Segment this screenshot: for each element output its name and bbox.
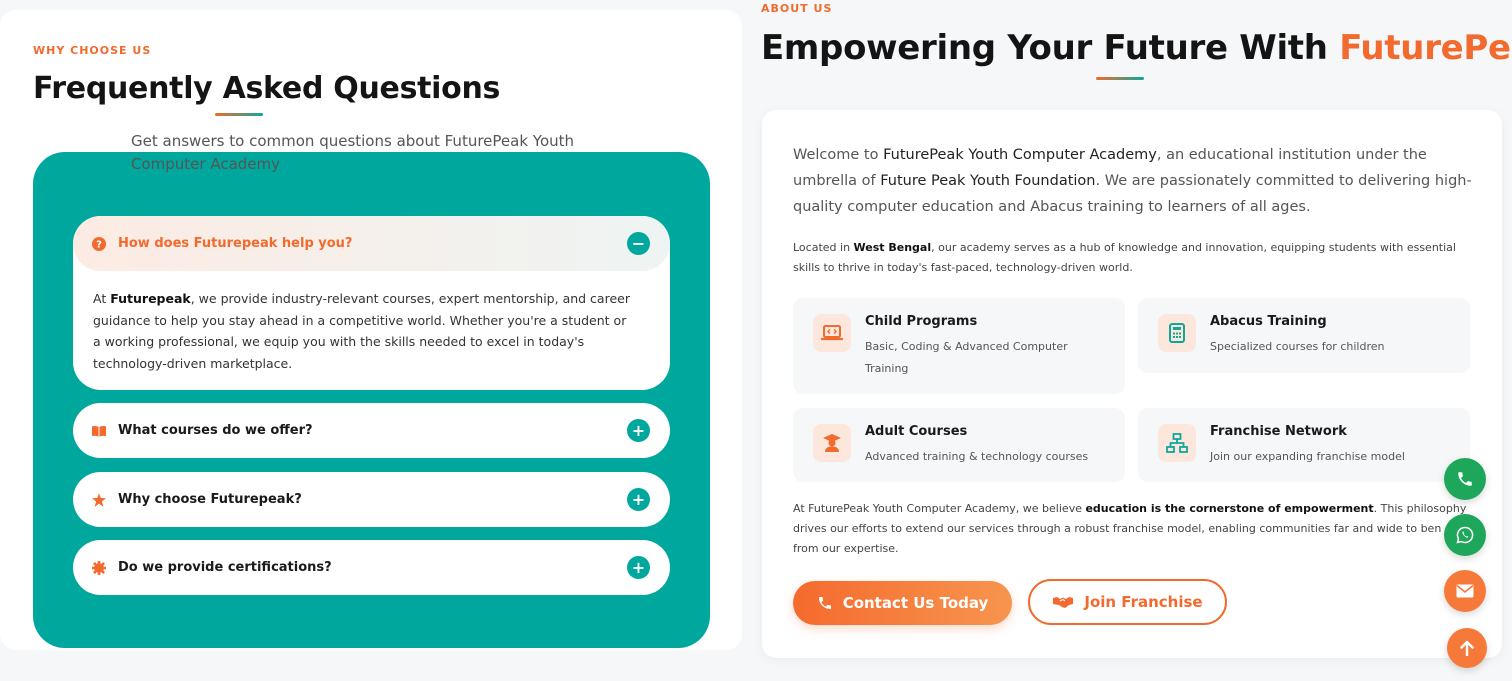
- handshake-icon: [1052, 595, 1074, 609]
- floating-whatsapp-button[interactable]: [1444, 514, 1486, 556]
- about-title-main: Empowering Your Future With: [761, 28, 1340, 68]
- arrow-up-icon: [1460, 640, 1474, 656]
- philosophy-line-2: drives our efforts to extend our service…: [793, 522, 1442, 535]
- feature-adult-courses: Adult Courses Advanced training & techno…: [793, 408, 1125, 482]
- expand-button[interactable]: +: [627, 419, 650, 442]
- feature-desc: Join our expanding franchise model: [1210, 450, 1405, 463]
- graduate-icon: [813, 424, 851, 462]
- certificate-icon: [92, 560, 106, 575]
- para-text: Located in: [793, 241, 854, 254]
- faq-question: What courses do we offer?: [118, 423, 313, 438]
- phone-icon: [817, 595, 833, 611]
- floating-mail-button[interactable]: [1444, 570, 1486, 612]
- faq-item-header[interactable]: Do we provide certifications? +: [73, 540, 670, 595]
- faq-answer-bold: Futurepeak: [110, 291, 191, 306]
- collapse-button[interactable]: −: [627, 232, 650, 255]
- lead-bold: FuturePeak Youth Computer Academy: [883, 147, 1157, 163]
- faq-eyebrow: WHY CHOOSE US: [33, 44, 152, 57]
- faq-item-header[interactable]: What courses do we offer? +: [73, 403, 670, 458]
- faq-answer: At Futurepeak, we provide industry-relev…: [73, 271, 670, 374]
- faq-title: Frequently Asked Questions: [33, 71, 501, 106]
- lead-bold: Future Peak Youth Foundation: [880, 173, 1096, 189]
- faq-question: Do we provide certifications?: [118, 560, 332, 575]
- faq-item-how-help: ? How does Futurepeak help you? − At Fut…: [73, 216, 670, 390]
- about-card: Welcome to FuturePeak Youth Computer Aca…: [762, 110, 1502, 658]
- mail-icon: [1456, 584, 1474, 598]
- laptop-code-icon: [813, 314, 851, 352]
- feature-child-programs: Child Programs Basic, Coding & Advanced …: [793, 298, 1125, 394]
- contact-us-label: Contact Us Today: [842, 594, 989, 612]
- feature-title: Abacus Training: [1210, 314, 1327, 329]
- network-icon: [1158, 424, 1196, 462]
- feature-desc: Basic, Coding & Advanced Computer Traini…: [865, 340, 1068, 375]
- lead-text: Welcome to: [793, 147, 884, 163]
- phone-icon: [1456, 470, 1474, 488]
- feature-title: Adult Courses: [865, 424, 968, 439]
- para-bold: education is the cornerstone of empowerm…: [1085, 502, 1374, 515]
- about-title: Empowering Your Future With FuturePeak: [761, 28, 1512, 68]
- faq-item-header[interactable]: Why choose Futurepeak? +: [73, 472, 670, 527]
- faq-item-why-choose[interactable]: Why choose Futurepeak? +: [73, 472, 670, 527]
- feature-title: Franchise Network: [1210, 424, 1347, 439]
- feature-title: Child Programs: [865, 314, 978, 329]
- feature-franchise-network: Franchise Network Join our expanding fra…: [1138, 408, 1470, 482]
- scroll-to-top-button[interactable]: [1447, 628, 1487, 668]
- para-text: At FuturePeak Youth Computer Academy, we…: [793, 502, 1086, 515]
- faq-title-underline: [215, 113, 263, 116]
- faq-item-certifications[interactable]: Do we provide certifications? +: [73, 540, 670, 595]
- faq-question: How does Futurepeak help you?: [118, 236, 353, 251]
- book-icon: [92, 424, 106, 438]
- philosophy-line-3: from our expertise.: [793, 542, 899, 555]
- calculator-icon: [1158, 314, 1196, 352]
- faq-accordion-panel: ? How does Futurepeak help you? − At Fut…: [33, 152, 710, 648]
- about-philosophy-paragraph: At FuturePeak Youth Computer Academy, we…: [793, 499, 1473, 559]
- philosophy-line-1: At FuturePeak Youth Computer Academy, we…: [793, 499, 1473, 519]
- about-title-underline: [1096, 77, 1144, 80]
- faq-section: WHY CHOOSE US Frequently Asked Questions…: [0, 10, 742, 650]
- star-icon: [92, 492, 106, 507]
- expand-button[interactable]: +: [627, 488, 650, 511]
- about-lead: Welcome to FuturePeak Youth Computer Aca…: [793, 142, 1473, 220]
- about-eyebrow: ABOUT US: [761, 2, 833, 15]
- about-title-accent: FuturePeak: [1339, 28, 1512, 68]
- para-bold: West Bengal: [853, 241, 932, 254]
- expand-button[interactable]: +: [627, 556, 650, 579]
- faq-item-header[interactable]: ? How does Futurepeak help you? −: [73, 216, 670, 271]
- faq-answer-prefix: At: [93, 291, 111, 306]
- floating-phone-button[interactable]: [1444, 458, 1486, 500]
- faq-question: Why choose Futurepeak?: [118, 492, 302, 507]
- faq-subtitle: Get answers to common questions about Fu…: [131, 132, 575, 173]
- whatsapp-icon: [1455, 525, 1475, 545]
- para-text: . This philosophy: [1373, 502, 1467, 515]
- join-franchise-label: Join Franchise: [1084, 593, 1203, 611]
- faq-item-courses[interactable]: What courses do we offer? +: [73, 403, 670, 458]
- join-franchise-button[interactable]: Join Franchise: [1028, 579, 1227, 625]
- svg-text:?: ?: [96, 239, 102, 250]
- feature-abacus-training: Abacus Training Specialized courses for …: [1138, 298, 1470, 373]
- feature-desc: Specialized courses for children: [1210, 340, 1385, 353]
- contact-us-button[interactable]: Contact Us Today: [793, 581, 1012, 625]
- feature-desc: Advanced training & technology courses: [865, 450, 1089, 463]
- about-location-paragraph: Located in West Bengal, our academy serv…: [793, 238, 1473, 278]
- question-circle-icon: ?: [92, 236, 106, 251]
